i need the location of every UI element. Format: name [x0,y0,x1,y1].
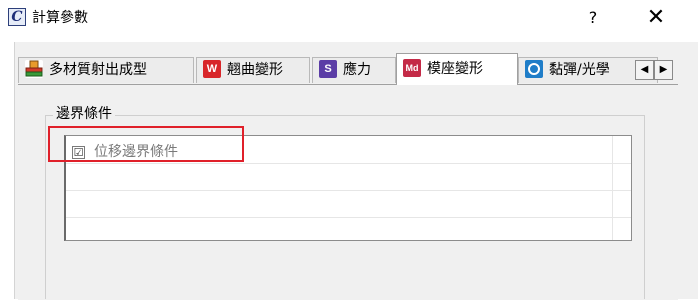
tab-multi-material-molding[interactable]: 多材質射出成型 [18,57,194,83]
help-button[interactable]: ? [578,6,608,30]
list-item[interactable] [66,190,631,218]
tab-strip: 多材質射出成型 W 翹曲變形 S 應力 Md 模座變形 黏彈/光學 [18,53,678,85]
tab-label: 翹曲變形 [227,62,283,78]
tab-scroll-right-button[interactable]: ▶ [654,60,673,80]
boundary-condition-list[interactable]: ☑ 位移邊界條件 [64,135,632,241]
tab-label: 模座變形 [427,61,483,77]
tab-stress[interactable]: S 應力 [312,57,396,83]
list-item[interactable] [66,163,631,191]
mold-icon [25,59,43,78]
list-item-label: 位移邊界條件 [94,144,178,160]
close-button[interactable]: ✕ [639,4,673,32]
list-item[interactable]: ☑ 位移邊界條件 [66,136,631,164]
tab-mold-base-deformation[interactable]: Md 模座變形 [396,53,518,85]
tab-scroll-arrows: ◀ ▶ [635,60,675,80]
s-icon: S [319,59,337,78]
tab-label: 多材質射出成型 [49,62,147,78]
tab-warpage[interactable]: W 翹曲變形 [196,57,310,83]
o-icon [525,59,543,78]
displacement-bc-checkbox[interactable]: ☑ [72,146,85,159]
tab-scroll-left-button[interactable]: ◀ [635,60,654,80]
md-icon: Md [403,58,421,77]
title-bar: C 計算參數 ? ✕ [0,0,698,36]
tab-label: 應力 [343,62,371,78]
app-icon: C [8,8,26,26]
list-item[interactable] [66,217,631,244]
tab-label: 黏彈/光學 [549,62,610,78]
group-label: 邊界條件 [53,104,115,124]
window-title: 計算參數 [32,10,88,26]
w-icon: W [203,59,221,78]
